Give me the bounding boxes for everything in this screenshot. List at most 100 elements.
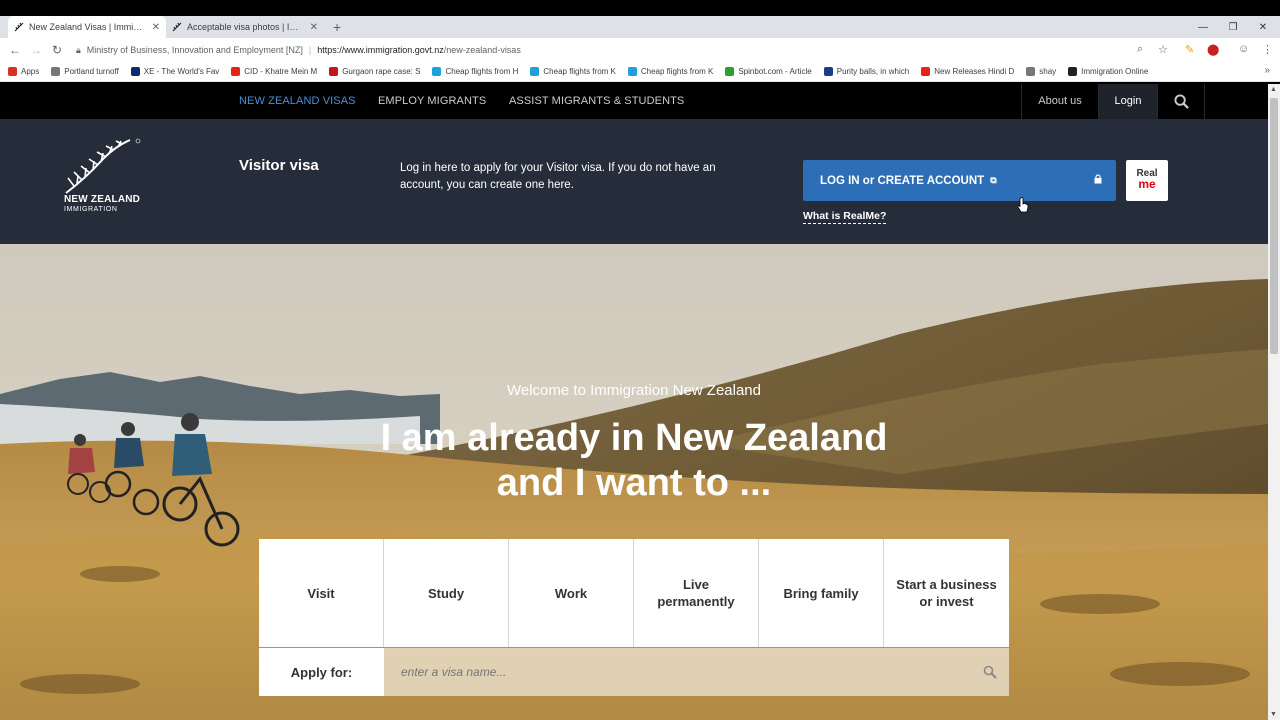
flight-icon <box>627 67 637 76</box>
news-icon <box>329 67 339 76</box>
hand-cursor-icon <box>1017 197 1029 213</box>
bookmark-label: CID - Khatre Mein M <box>244 67 318 76</box>
option-start-business-invest[interactable]: Start a business or invest <box>884 539 1009 647</box>
scroll-up-icon[interactable]: ▲ <box>1270 86 1277 93</box>
what-is-realme-link[interactable]: What is RealMe? <box>803 210 887 224</box>
bookmark-item[interactable]: Cheap flights from H <box>432 67 518 76</box>
search-icon[interactable] <box>1157 84 1205 119</box>
screen-top-bar <box>0 0 1280 16</box>
bookmark-item[interactable]: Immigration Online <box>1068 67 1148 76</box>
option-work[interactable]: Work <box>509 539 634 647</box>
forward-icon[interactable]: → <box>30 42 42 58</box>
bookmark-label: Spinbot.com - Article <box>738 67 812 76</box>
lock-icon: 🔒︎ <box>76 44 81 55</box>
bookmark-item[interactable]: shay <box>1026 67 1056 76</box>
realme-logo-text-red: me <box>1138 177 1156 191</box>
bookmark-label: XE - The World's Fav <box>143 67 220 76</box>
bookmark-item[interactable]: Apps <box>8 67 39 76</box>
fern-favicon-icon <box>172 22 182 32</box>
nav-about-us[interactable]: About us <box>1021 84 1098 119</box>
tab-visa-photos[interactable]: Acceptable visa photos | Immigr ✕ <box>166 16 324 38</box>
bookmark-label: Cheap flights from H <box>445 67 519 76</box>
zoom-icon[interactable]: ⌕ <box>1137 43 1143 56</box>
page-icon <box>51 67 61 76</box>
bookmark-item[interactable]: Cheap flights from K <box>627 67 714 76</box>
bookmark-item[interactable]: Purity balls, in which <box>823 67 910 76</box>
welcome-text: Welcome to Immigration New Zealand <box>507 382 761 399</box>
bookmark-item[interactable]: Cheap flights from K <box>530 67 616 76</box>
bookmark-item[interactable]: Gurgaon rape case: S <box>329 67 420 76</box>
fern-icon <box>1068 67 1078 76</box>
tab-strip: New Zealand Visas | Immigratio ✕ Accepta… <box>0 16 1280 38</box>
hero-section: Welcome to Immigration New Zealand I am … <box>0 244 1268 720</box>
bookmark-label: Cheap flights from K <box>543 67 616 76</box>
intent-options: Visit Study Work Live permanently Bring … <box>259 539 1009 647</box>
site-nav: NEW ZEALAND VISAS EMPLOY MIGRANTS ASSIST… <box>0 84 1268 119</box>
bookmark-label: shay <box>1039 67 1057 76</box>
bookmark-label: Cheap flights from K <box>640 67 714 76</box>
option-visit[interactable]: Visit <box>259 539 384 647</box>
hero-headline: I am already in New Zealand and I want t… <box>0 416 1268 506</box>
extension-key-icon[interactable]: ✎ <box>1185 43 1194 56</box>
bookmark-item[interactable]: XE - The World's Fav <box>130 67 220 76</box>
login-create-account-button[interactable]: LOG IN or CREATE ACCOUNT ⧉ <box>803 160 1116 201</box>
page-title: Visitor visa <box>239 157 319 174</box>
bookmark-item[interactable]: New Releases Hindi D <box>921 67 1014 76</box>
xe-icon <box>130 67 140 76</box>
nav-login[interactable]: Login <box>1098 84 1157 119</box>
apply-for-row: Apply for: <box>259 648 1009 696</box>
bookmark-star-icon[interactable]: ☆ <box>1158 43 1168 56</box>
option-study[interactable]: Study <box>384 539 509 647</box>
option-live-permanently[interactable]: Live permanently <box>634 539 759 647</box>
bookmark-item[interactable]: Spinbot.com - Article <box>725 67 812 76</box>
bookmarks-bar: Apps Portland turnoff XE - The World's Fav… <box>0 62 1280 82</box>
padlock-icon <box>1094 174 1102 184</box>
tab-title: Acceptable visa photos | Immigr <box>187 22 305 32</box>
new-tab-button[interactable]: + <box>333 19 341 35</box>
flight-icon <box>530 67 540 76</box>
apply-for-label: Apply for: <box>259 648 384 696</box>
hero-headline-line2: and I want to ... <box>496 462 772 504</box>
close-icon[interactable]: ✕ <box>152 22 160 33</box>
page-icon <box>1026 67 1036 76</box>
maximize-icon[interactable]: ❐ <box>1218 16 1248 38</box>
divider: | <box>308 45 312 55</box>
close-icon[interactable]: ✕ <box>310 22 318 33</box>
extension-red-icon[interactable]: ⬤ <box>1207 43 1219 56</box>
minimize-icon[interactable]: — <box>1188 16 1218 38</box>
option-bring-family[interactable]: Bring family <box>759 539 884 647</box>
address-bar: ← → ↻ 🔒︎ Ministry of Business, Innovatio… <box>0 38 1280 62</box>
tab-nz-visas[interactable]: New Zealand Visas | Immigratio ✕ <box>8 16 166 38</box>
page-scrollbar[interactable]: ▲ ▼ <box>1268 84 1280 720</box>
window-close-icon[interactable]: ✕ <box>1248 16 1278 38</box>
silver-fern-logo-icon[interactable] <box>64 138 144 196</box>
scroll-down-icon[interactable]: ▼ <box>1270 711 1277 718</box>
bookmarks-overflow-icon[interactable]: » <box>1264 65 1270 76</box>
youtube-icon <box>921 67 931 76</box>
logo-subtext: IMMIGRATION <box>64 206 118 213</box>
omnibox[interactable]: 🔒︎ Ministry of Business, Innovation and … <box>76 41 1156 59</box>
back-icon[interactable]: ← <box>9 42 21 58</box>
hero-headline-line1: I am already in New Zealand <box>380 417 888 459</box>
realme-logo[interactable]: Real me <box>1126 160 1168 201</box>
bookmark-item[interactable]: CID - Khatre Mein M <box>231 67 317 76</box>
menu-dots-icon[interactable]: ⋮ <box>1262 43 1273 56</box>
visa-search-input[interactable] <box>384 648 1009 696</box>
apps-grid-icon <box>8 67 17 76</box>
external-link-icon: ⧉ <box>990 175 997 185</box>
scrollbar-thumb[interactable] <box>1270 98 1278 354</box>
nav-employ-migrants[interactable]: EMPLOY MIGRANTS <box>378 84 486 119</box>
bookmark-label: Apps <box>21 67 40 76</box>
m-icon <box>823 67 833 76</box>
reload-icon[interactable]: ↻ <box>52 42 62 58</box>
nav-assist-migrants-students[interactable]: ASSIST MIGRANTS & STUDENTS <box>509 84 684 119</box>
spinbot-icon <box>725 67 735 76</box>
bookmark-label: Purity balls, in which <box>836 67 910 76</box>
youtube-icon <box>231 67 241 76</box>
search-icon[interactable] <box>983 665 997 679</box>
profile-icon[interactable]: ☺ <box>1238 43 1249 55</box>
nav-new-zealand-visas[interactable]: NEW ZEALAND VISAS <box>239 84 356 119</box>
bookmark-label: New Releases Hindi D <box>934 67 1015 76</box>
bookmark-item[interactable]: Portland turnoff <box>51 67 119 76</box>
login-button-label: LOG IN or CREATE ACCOUNT <box>820 174 985 187</box>
